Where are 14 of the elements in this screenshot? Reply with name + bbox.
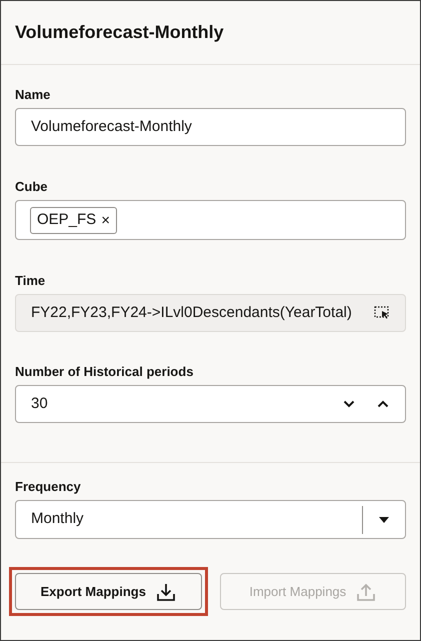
chip-remove-button[interactable]: × — [101, 212, 110, 228]
frequency-select[interactable]: Monthly — [15, 500, 406, 539]
panel-title: Volumeforecast-Monthly — [15, 21, 224, 44]
export-button[interactable]: Export Mappings — [15, 573, 202, 610]
field-label: Frequency — [15, 479, 81, 495]
field-label: Number of Historical periods — [15, 364, 194, 380]
periods-input[interactable]: 30 — [15, 385, 406, 423]
field-label: Cube — [15, 179, 48, 195]
field-label: Time — [15, 273, 46, 289]
field-label: Name — [15, 87, 50, 103]
chip-label: OEP_FS — [37, 210, 96, 230]
time-field[interactable]: FY22,FY23,FY24->ILvl0Descendants(YearTotal) — [15, 294, 406, 332]
name-input[interactable]: Volumeforecast-Monthly — [15, 108, 406, 146]
cube-input[interactable]: OEP_FS × — [15, 200, 406, 240]
